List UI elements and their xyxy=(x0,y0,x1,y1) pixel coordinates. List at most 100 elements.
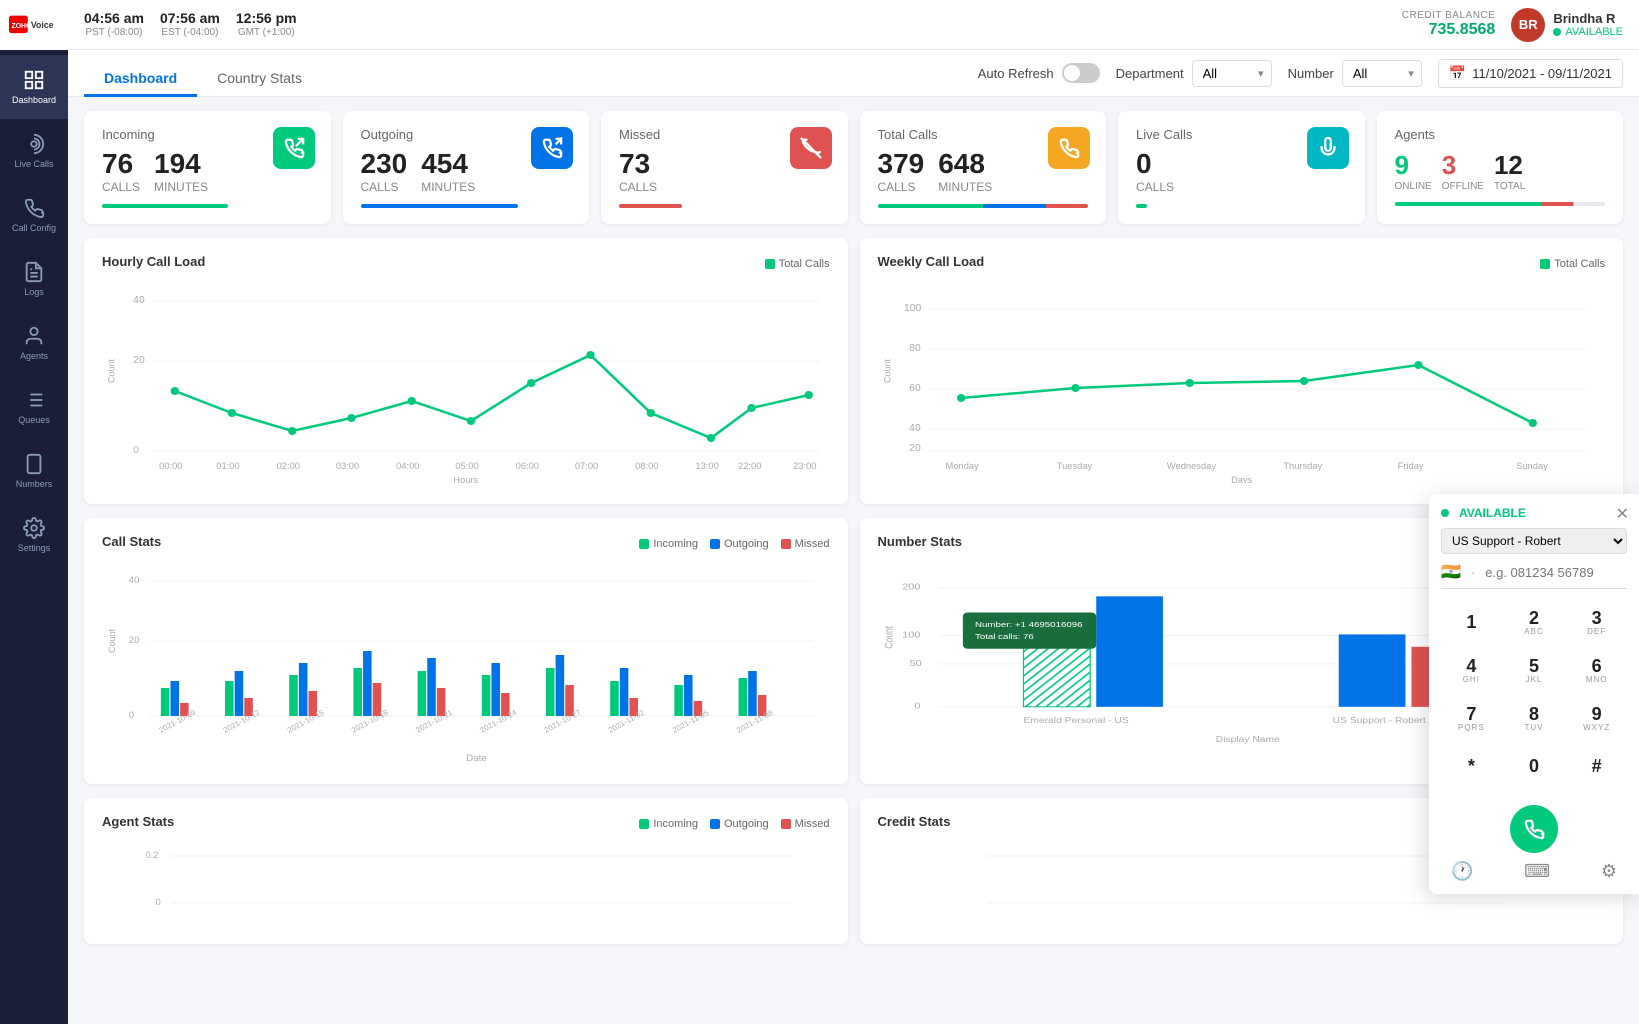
svg-text:20: 20 xyxy=(129,635,140,645)
country-flag: 🇮🇳 xyxy=(1441,562,1461,582)
sidebar-item-logs[interactable]: Logs xyxy=(0,247,68,311)
sidebar-label-agents: Agents xyxy=(20,351,48,361)
stat-num-total-calls: 379 CALLS xyxy=(878,150,925,194)
agents-stats-row: 9 ONLINE 3 OFFLINE 12 TOTAL xyxy=(1395,150,1606,192)
department-select[interactable]: All xyxy=(1192,60,1272,87)
date-range-picker[interactable]: 📅 11/10/2021 - 09/11/2021 xyxy=(1438,59,1623,88)
legend-dot-incoming xyxy=(639,539,649,549)
sidebar-item-numbers[interactable]: Numbers xyxy=(0,439,68,503)
stat-icon-totalcalls xyxy=(1048,127,1090,169)
sidebar-label-numbers: Numbers xyxy=(16,479,53,489)
svg-text:0: 0 xyxy=(156,897,161,907)
dial-btn-8[interactable]: 8TUV xyxy=(1504,695,1565,741)
agents-offline-label: OFFLINE xyxy=(1442,181,1484,192)
dial-btn-3[interactable]: 3DEF xyxy=(1566,599,1627,645)
toggle-knob xyxy=(1064,65,1080,81)
stat-card-agents: Agents 9 ONLINE 3 OFFLINE 12 TOTAL xyxy=(1377,111,1624,224)
legend-incoming-label: Incoming xyxy=(653,538,698,550)
dial-btn-1[interactable]: 1 xyxy=(1441,599,1502,645)
svg-text:23:00: 23:00 xyxy=(793,461,816,471)
dialpad-input-area: 🇮🇳 · xyxy=(1441,562,1627,589)
legend-label-total: Total Calls xyxy=(779,258,830,270)
dial-btn-star[interactable]: * xyxy=(1441,743,1502,789)
dialpad-history-icon[interactable]: 🕐 xyxy=(1451,861,1473,882)
svg-text:20: 20 xyxy=(133,355,145,366)
dial-btn-0[interactable]: 0 xyxy=(1504,743,1565,789)
svg-text:100: 100 xyxy=(903,303,921,314)
sidebar-item-dashboard[interactable]: Dashboard xyxy=(0,55,68,119)
user-details: Brindha R AVAILABLE xyxy=(1553,11,1623,38)
dialpad-settings-icon[interactable]: ⚙ xyxy=(1601,861,1617,882)
svg-text:00:00: 00:00 xyxy=(159,461,182,471)
svg-text:0: 0 xyxy=(129,710,134,720)
dialpad-status-text: AVAILABLE xyxy=(1459,506,1526,520)
user-info[interactable]: BR Brindha R AVAILABLE xyxy=(1511,8,1623,42)
time-pst-value: 04:56 am xyxy=(84,10,144,27)
svg-text:40: 40 xyxy=(129,575,140,585)
svg-text:06:00: 06:00 xyxy=(516,461,539,471)
sidebar-item-callconfig[interactable]: Call Config xyxy=(0,183,68,247)
svg-text:0: 0 xyxy=(914,702,921,712)
dialpad-caller-id: US Support - Robert xyxy=(1441,528,1627,554)
tab-dashboard[interactable]: Dashboard xyxy=(84,62,197,97)
stat-bar-totalcalls xyxy=(878,204,1089,208)
dialpad-close[interactable]: ✕ xyxy=(1616,504,1629,524)
stat-icon-livecalls xyxy=(1307,127,1349,169)
dial-btn-9[interactable]: 9WXYZ xyxy=(1566,695,1627,741)
dial-btn-7[interactable]: 7PQRS xyxy=(1441,695,1502,741)
svg-text:ZOHO: ZOHO xyxy=(12,23,32,30)
svg-text:02:00: 02:00 xyxy=(277,461,300,471)
department-label: Department xyxy=(1116,66,1184,81)
dialpad-status-dot xyxy=(1441,509,1449,517)
svg-text:Total calls: 76: Total calls: 76 xyxy=(975,632,1034,641)
agents-offline-num: 3 xyxy=(1442,150,1484,181)
dial-btn-4[interactable]: 4GHI xyxy=(1441,647,1502,693)
dialpad-panel: AVAILABLE ✕ US Support - Robert 🇮🇳 · 1 2… xyxy=(1429,494,1639,894)
dialpad-call-button[interactable] xyxy=(1510,805,1558,853)
stat-bar-incoming xyxy=(102,204,228,208)
chart-title-creditstats: Credit Stats xyxy=(878,814,951,829)
dial-btn-5[interactable]: 5JKL xyxy=(1504,647,1565,693)
dialpad-caller-select[interactable]: US Support - Robert xyxy=(1441,528,1627,554)
stat-num-outgoing-minutes: 454 MINUTES xyxy=(421,150,475,194)
auto-refresh-toggle[interactable] xyxy=(1062,63,1100,83)
time-est-zone: EST (-04:00) xyxy=(161,27,218,39)
chart-agentstats: Agent Stats Incoming Outgoing xyxy=(84,798,848,944)
charts-row-2: Call Stats Incoming Outgoing xyxy=(84,518,1623,784)
number-select-wrapper: All ▾ xyxy=(1342,60,1422,87)
dial-btn-6[interactable]: 6MNO xyxy=(1566,647,1627,693)
hourly-chart-svg: 40 20 0 xyxy=(102,283,830,483)
chart-legend-hourly: Total Calls xyxy=(765,258,830,270)
svg-text:08:00: 08:00 xyxy=(635,461,658,471)
nav-tabs: Dashboard Country Stats xyxy=(84,50,322,96)
agents-total: 12 TOTAL xyxy=(1494,150,1525,192)
dial-btn-hash[interactable]: # xyxy=(1566,743,1627,789)
svg-text:03:00: 03:00 xyxy=(336,461,359,471)
sidebar-item-livecalls[interactable]: Live Calls xyxy=(0,119,68,183)
svg-text:Number: +1 4695016096: Number: +1 4695016096 xyxy=(975,620,1083,629)
svg-text:Count: Count xyxy=(883,626,895,649)
agents-online-num: 9 xyxy=(1395,150,1432,181)
stats-row: Incoming 76 CALLS 194 MINUTES xyxy=(84,111,1623,224)
header-right: CREDIT BALANCE 735.8568 BR Brindha R AVA… xyxy=(1402,8,1623,42)
svg-text:0.2: 0.2 xyxy=(146,850,159,860)
stat-bar-agents xyxy=(1395,202,1606,206)
legend-agent-incoming: Incoming xyxy=(639,818,698,830)
separator: · xyxy=(1467,565,1479,580)
sidebar-item-agents[interactable]: Agents xyxy=(0,311,68,375)
dialpad-keypad-icon[interactable]: ⌨ xyxy=(1524,861,1550,882)
svg-text:Display Name: Display Name xyxy=(1215,735,1279,744)
department-group: Department All ▾ xyxy=(1116,60,1272,87)
user-name: Brindha R xyxy=(1553,11,1623,26)
sidebar-item-settings[interactable]: Settings xyxy=(0,503,68,567)
legend-dot-outgoing xyxy=(710,539,720,549)
sidebar-item-queues[interactable]: Queues xyxy=(0,375,68,439)
svg-text:100: 100 xyxy=(902,630,921,640)
tab-countrystats[interactable]: Country Stats xyxy=(197,62,322,97)
chart-legend-callstats: Incoming Outgoing Missed xyxy=(639,538,829,550)
dialpad-number-input[interactable] xyxy=(1485,565,1639,580)
stat-card-outgoing: Outgoing 230 CALLS 454 MINUTES xyxy=(343,111,590,224)
dial-btn-2[interactable]: 2ABC xyxy=(1504,599,1565,645)
stat-num-incoming-minutes: 194 MINUTES xyxy=(154,150,208,194)
number-select[interactable]: All xyxy=(1342,60,1422,87)
